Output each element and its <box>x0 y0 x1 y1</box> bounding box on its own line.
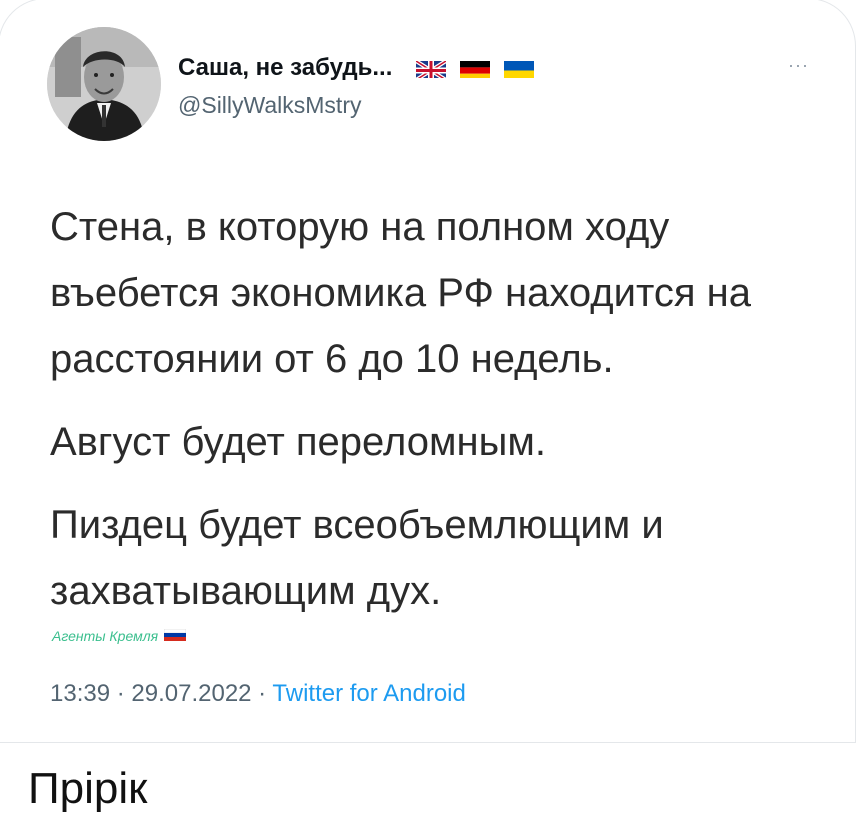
user-handle[interactable]: @SillyWalksMstry <box>178 92 361 119</box>
meta-separator: · <box>251 680 273 707</box>
tweet-paragraph-2: Август будет переломным. <box>50 420 546 464</box>
tweet-paragraph-3: Пиздец будет всеобъемлющим и захватывающ… <box>50 503 664 613</box>
germany-flag-icon <box>460 59 491 78</box>
tweet-time[interactable]: 13:39 <box>50 680 110 707</box>
avatar-photo <box>47 27 161 141</box>
display-name[interactable]: Саша, не забудь... <box>178 54 392 82</box>
tweet-paragraph-1: Стена, в которую на полном ходу въебется… <box>50 205 751 381</box>
uk-flag-icon <box>416 58 447 78</box>
more-options-icon[interactable]: ··· <box>788 55 809 76</box>
flag-emojis <box>416 58 535 78</box>
tweet-source[interactable]: Twitter for Android <box>272 680 465 707</box>
russia-flag-icon <box>163 628 187 644</box>
tweet-meta: 13:39 · 29.07.2022 · Twitter for Android <box>50 680 466 708</box>
tweet-date[interactable]: 29.07.2022 <box>131 680 251 707</box>
avatar[interactable] <box>47 27 161 141</box>
caption-text: Прірік <box>28 764 148 813</box>
watermark: Агенты Кремля <box>52 628 187 644</box>
meta-separator: · <box>110 680 132 707</box>
tweet-header: Саша, не забудь... <box>178 54 535 82</box>
tweet-text: Стена, в которую на полном ходу въебется… <box>50 194 830 624</box>
ukraine-flag-icon <box>504 59 535 78</box>
watermark-text: Агенты Кремля <box>52 628 159 644</box>
